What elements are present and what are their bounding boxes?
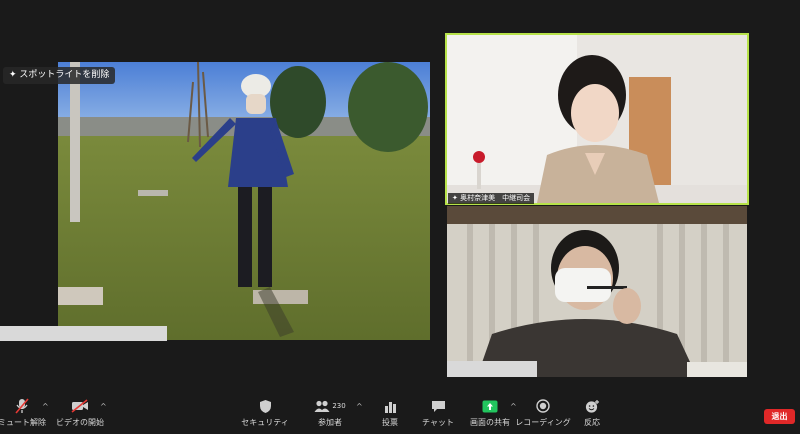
participant-tile-presenter[interactable]	[445, 33, 749, 205]
polls-label: 投票	[382, 418, 398, 427]
caption-placeholder-left	[0, 326, 167, 341]
share-screen-button[interactable]: 画面の共有	[470, 396, 510, 434]
chat-bubble-icon	[431, 396, 446, 416]
participants-count: 230	[332, 402, 346, 410]
chat-button[interactable]: チャット	[422, 396, 454, 434]
unmute-button[interactable]: ミュート解除	[0, 396, 46, 434]
camera-off-icon	[71, 396, 89, 416]
share-options-caret[interactable]: ^	[510, 402, 517, 411]
polls-button[interactable]: 投票	[376, 396, 404, 434]
caption-placeholder-right	[447, 361, 537, 377]
attendee-video-image	[447, 206, 747, 377]
presenter-video-image	[447, 35, 747, 203]
share-screen-icon	[482, 396, 498, 416]
unmute-label: ミュート解除	[0, 418, 46, 427]
pin-icon: ✦	[9, 70, 17, 80]
participants-label: 参加者	[318, 418, 342, 427]
security-button[interactable]: セキュリティ	[241, 396, 289, 434]
participants-button[interactable]: 230 参加者	[312, 396, 348, 434]
start-video-label: ビデオの開始	[56, 418, 104, 427]
audio-options-caret[interactable]: ^	[42, 402, 49, 411]
participants-icon	[314, 397, 330, 416]
meeting-toolbar: ミュート解除 ^ ビデオの開始 ^ セキュリティ 230 参加者 ^ 投票 チャ…	[0, 396, 800, 434]
security-label: セキュリティ	[241, 418, 289, 427]
reactions-button[interactable]: 反応	[580, 396, 604, 434]
chat-label: チャット	[422, 418, 454, 427]
share-screen-label: 画面の共有	[470, 418, 510, 427]
participants-options-caret[interactable]: ^	[356, 402, 363, 411]
remove-spotlight-label: スポットライトを削除	[19, 70, 110, 80]
presenter-name-tag: ✦ 奥村奈津美 中継司会	[448, 193, 535, 204]
smiley-plus-icon	[585, 396, 600, 416]
participant-tile-attendee[interactable]	[447, 206, 747, 377]
record-label: レコーディング	[515, 418, 571, 427]
record-button[interactable]: レコーディング	[515, 396, 571, 434]
main-video-image	[58, 62, 430, 340]
mic-muted-icon	[15, 396, 29, 416]
presenter-name-label: 奥村奈津美 中継司会	[460, 194, 531, 202]
reactions-label: 反応	[584, 418, 600, 427]
start-video-button[interactable]: ビデオの開始	[56, 396, 104, 434]
shield-icon	[259, 396, 272, 416]
remove-spotlight-button[interactable]: ✦ スポットライトを削除	[3, 67, 116, 84]
record-icon	[536, 396, 550, 416]
muted-mic-icon: ✦	[452, 194, 458, 202]
main-video[interactable]	[58, 62, 430, 340]
video-options-caret[interactable]: ^	[100, 402, 107, 411]
leave-meeting-button[interactable]: 退出	[764, 409, 795, 424]
bar-chart-icon	[384, 396, 397, 416]
